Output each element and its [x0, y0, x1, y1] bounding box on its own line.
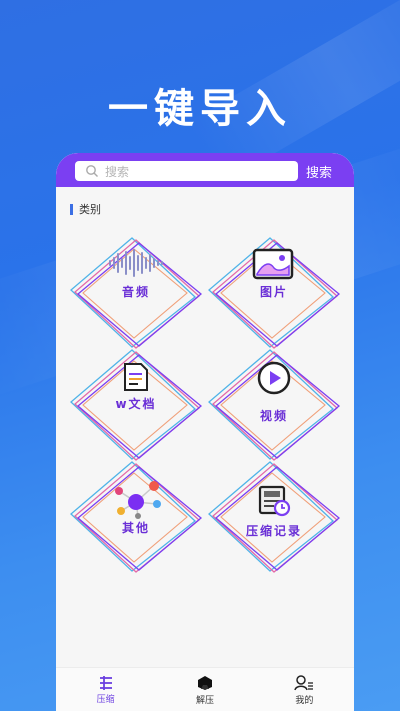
category-tile-other[interactable]: 其他: [67, 458, 205, 576]
other-bubbles-icon: [115, 481, 161, 519]
tile-label-video: 视频: [259, 409, 288, 423]
category-title: 类别: [79, 203, 101, 216]
bottom-tab-bar: 压缩 解压 我的: [56, 667, 354, 711]
category-marker: [70, 203, 73, 215]
tab-label-profile: 我的: [295, 695, 314, 706]
play-icon: [257, 361, 291, 395]
tile-label-image: 图片: [259, 285, 288, 299]
category-tile-image[interactable]: 图片: [205, 234, 343, 352]
phone-screen: 搜索 搜索 类别 音频 图片 w文档 视频 其他 压缩记录 压缩 解压 我的: [56, 153, 354, 711]
audio-wave-icon: [109, 249, 163, 277]
search-input[interactable]: 搜索: [75, 161, 298, 181]
category-tile-document[interactable]: w文档: [67, 346, 205, 464]
compress-record-icon: [258, 485, 291, 517]
unzip-icon: [197, 675, 212, 690]
promo-headline: 一键导入: [108, 86, 292, 132]
tile-label-audio: 音频: [121, 285, 150, 299]
profile-icon: [294, 674, 314, 690]
tab-unzip[interactable]: 解压: [155, 668, 254, 711]
search-icon: [86, 165, 98, 177]
tab-label-unzip: 解压: [195, 695, 214, 706]
search-button[interactable]: 搜索: [306, 162, 332, 181]
category-heading: 类别: [70, 201, 101, 217]
compress-icon: [99, 675, 112, 690]
category-tile-video[interactable]: 视频: [205, 346, 343, 464]
tab-label-compress: 压缩: [96, 694, 115, 705]
image-icon: [252, 248, 294, 280]
category-tile-audio[interactable]: 音频: [67, 234, 205, 352]
tile-label-document: w文档: [115, 397, 157, 411]
tile-label-compress-record: 压缩记录: [245, 524, 302, 538]
document-icon: [124, 363, 148, 391]
diamond-frame: [208, 461, 341, 573]
search-bar: 搜索 搜索: [56, 153, 354, 187]
tab-compress[interactable]: 压缩: [56, 668, 155, 711]
tile-label-other: 其他: [121, 521, 150, 535]
tab-profile[interactable]: 我的: [255, 668, 354, 711]
category-tile-compress-record[interactable]: 压缩记录: [205, 458, 343, 576]
search-placeholder: 搜索: [105, 164, 130, 179]
